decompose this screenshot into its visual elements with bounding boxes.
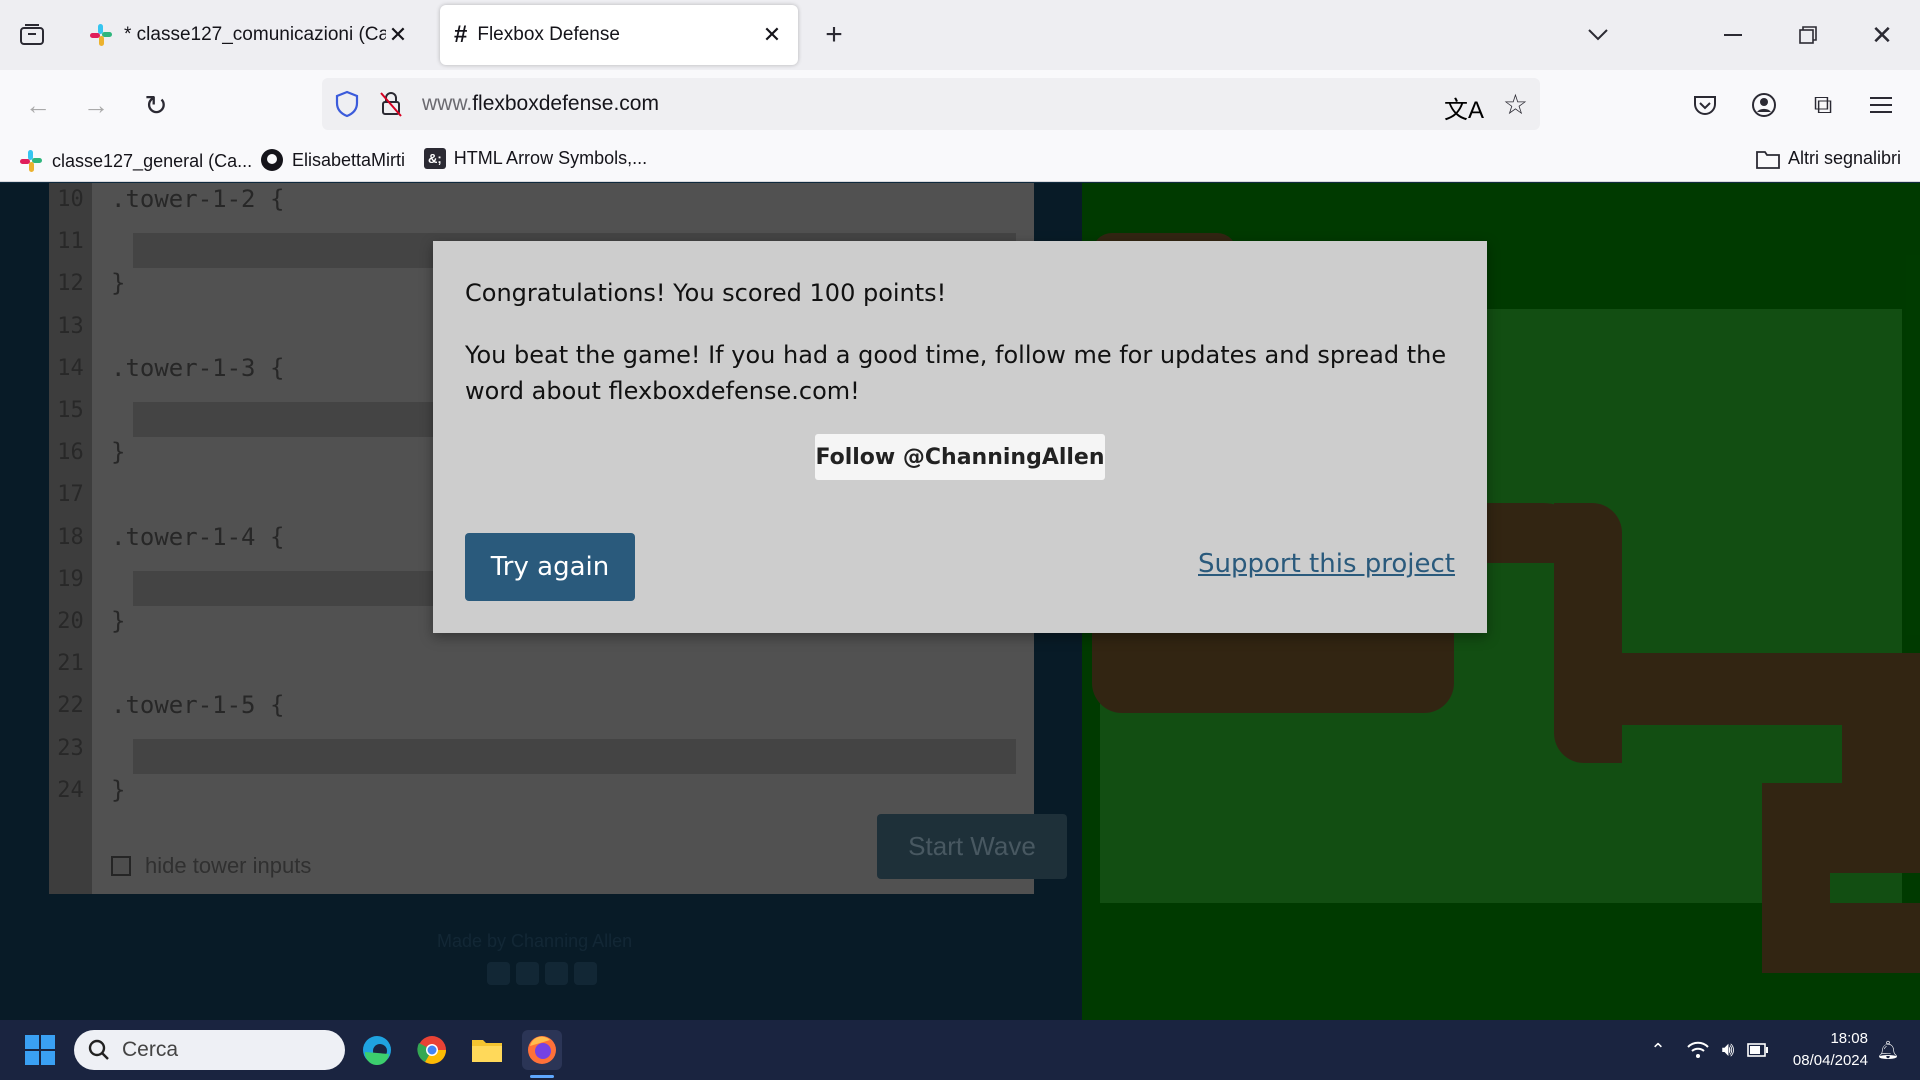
translate-icon[interactable]: 文A	[1444, 90, 1484, 125]
tab-title: Flexbox Defense	[477, 24, 620, 45]
list-tabs-icon[interactable]	[1578, 15, 1618, 55]
bookmarks-bar: classe127_general (Ca... ElisabettaMirti…	[0, 140, 1920, 182]
slack-icon	[90, 24, 112, 46]
windows-taskbar: Cerca ⌃ 🔊︎ 18:08 08/04/2024 🔔︎	[0, 1020, 1920, 1080]
url-text[interactable]: www.flexboxdefense.com	[422, 92, 659, 116]
chevron-up-icon[interactable]: ⌃	[1638, 1030, 1678, 1070]
battery-icon[interactable]	[1738, 1030, 1778, 1070]
pocket-icon[interactable]	[1685, 85, 1725, 125]
edge-icon[interactable]	[357, 1030, 397, 1070]
taskbar-search[interactable]: Cerca	[74, 1030, 345, 1070]
tab-title: * classe127_comunicazioni (Canale	[124, 24, 386, 45]
other-bookmarks[interactable]: Altri segnalibri	[1756, 148, 1901, 169]
search-icon	[88, 1039, 109, 1060]
slack-icon	[20, 150, 42, 172]
close-tab-icon[interactable]: ✕	[386, 22, 410, 48]
forward-icon[interactable]: →	[76, 85, 116, 125]
address-bar[interactable]: www.flexboxdefense.com 文A ☆	[322, 78, 1540, 130]
minimize-icon[interactable]	[1713, 15, 1753, 55]
folder-icon	[1756, 150, 1780, 169]
restore-icon[interactable]	[1788, 15, 1828, 55]
system-clock[interactable]: 18:08 08/04/2024	[1793, 1028, 1868, 1072]
bookmark-item[interactable]: classe127_general (Ca...	[18, 148, 252, 174]
tab-flexbox-defense[interactable]: # Flexbox Defense ✕	[440, 5, 798, 65]
menu-icon[interactable]	[1861, 85, 1901, 125]
firefox-icon[interactable]	[522, 1030, 562, 1070]
github-icon	[261, 149, 283, 171]
active-app-indicator	[530, 1075, 554, 1078]
follow-twitter-button[interactable]: Follow @ChanningAllen	[815, 434, 1105, 480]
score-text: Congratulations! You scored 100 points!	[465, 279, 947, 307]
extensions-icon[interactable]: ⧉	[1803, 85, 1843, 125]
support-project-link[interactable]: Support this project	[1198, 549, 1455, 579]
chrome-icon[interactable]	[412, 1030, 452, 1070]
try-again-button[interactable]: Try again	[465, 533, 635, 601]
bookmark-item[interactable]: ElisabettaMirti	[260, 148, 405, 172]
reload-icon[interactable]: ↻	[136, 85, 176, 125]
bookmark-star-icon[interactable]: ☆	[1503, 88, 1528, 121]
tab-bar: * classe127_comunicazioni (Canale ✕ # Fl…	[0, 0, 1920, 70]
hash-icon: #	[454, 21, 468, 48]
insecure-lock-icon[interactable]	[378, 90, 404, 118]
modal-message: You beat the game! If you had a good tim…	[465, 341, 1447, 405]
account-icon[interactable]	[1744, 85, 1784, 125]
bookmark-item[interactable]: &; HTML Arrow Symbols,...	[424, 148, 647, 169]
html-entity-icon: &;	[424, 148, 446, 169]
notification-bell-icon[interactable]: 🔔︎	[1868, 1030, 1908, 1070]
file-explorer-icon[interactable]	[467, 1030, 507, 1070]
close-window-icon[interactable]: ✕	[1862, 15, 1902, 55]
game-over-modal: Congratulations! You scored 100 points! …	[433, 241, 1487, 633]
back-icon[interactable]: ←	[18, 85, 58, 125]
tab-slack[interactable]: * classe127_comunicazioni (Canale ✕	[74, 5, 424, 65]
tab-overview-icon[interactable]	[12, 15, 52, 55]
new-tab-icon[interactable]: +	[814, 15, 854, 55]
shield-icon[interactable]	[334, 90, 360, 118]
windows-start-icon[interactable]	[20, 1030, 60, 1070]
close-tab-icon[interactable]: ✕	[760, 22, 784, 48]
nav-bar: ← → ↻ www.flexboxdefense.com 文A ☆ ⧉	[0, 70, 1920, 140]
